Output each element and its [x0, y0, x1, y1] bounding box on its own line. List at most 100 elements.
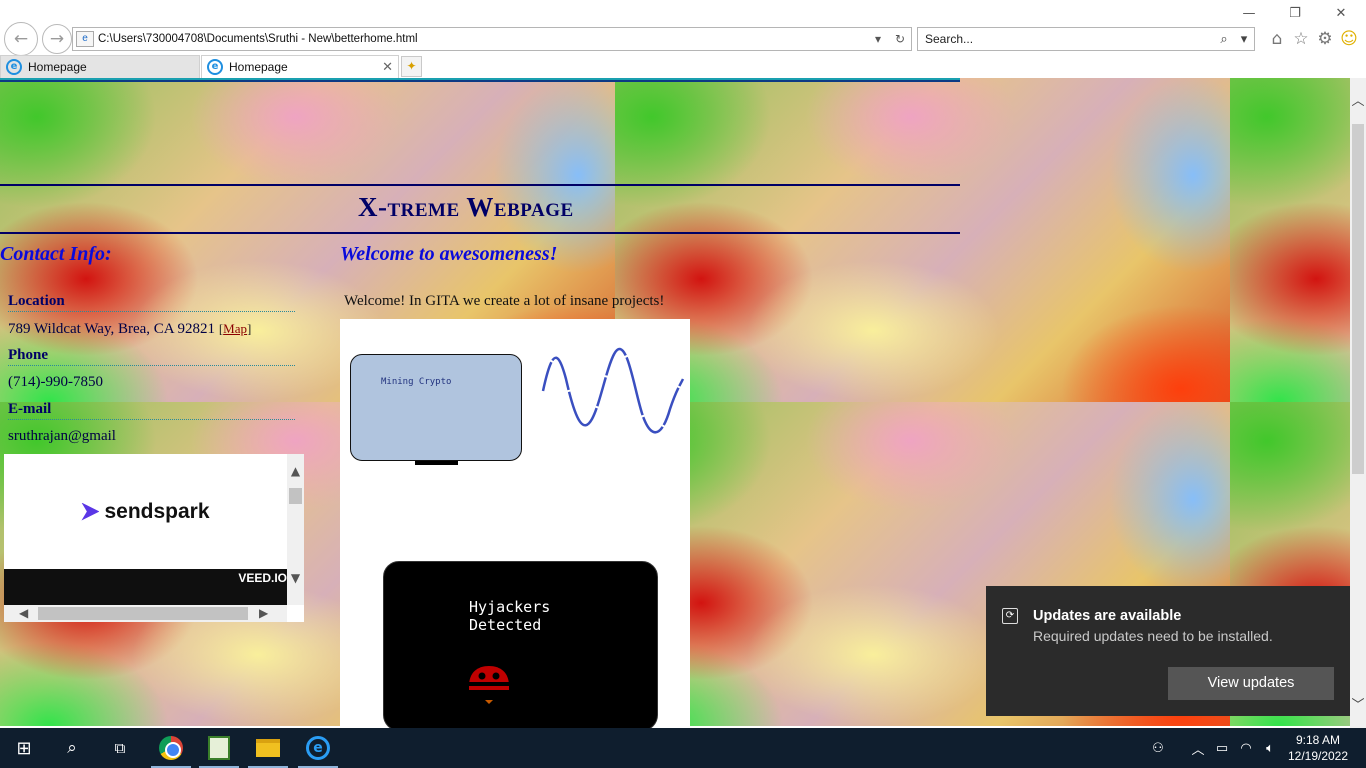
projects-canvas: Mining Crypto Hyjackers Detected	[340, 319, 690, 728]
start-button[interactable]: ⊞	[0, 728, 48, 768]
welcome-heading: Welcome to awesomeness!	[340, 243, 558, 265]
sine-wave-drawing	[541, 347, 685, 434]
sendspark-logo-icon	[81, 502, 100, 521]
embedded-video-frame[interactable]: sendspark VEED.IO ▲ ▼ ◀ ▶	[4, 454, 304, 622]
top-rule	[0, 78, 960, 82]
search-box[interactable]: Search... ⌕ ▾	[917, 27, 1255, 51]
page-vertical-scrollbar[interactable]: ︿ ﹀	[1350, 78, 1366, 728]
page-icon: e	[76, 31, 94, 47]
hyjackers-label: Hyjackers Detected	[469, 598, 550, 634]
hyjackers-line-2: Detected	[469, 616, 542, 634]
smiley-feedback-icon[interactable]: ☺	[1338, 28, 1360, 50]
folder-icon	[256, 739, 280, 757]
background-tile	[615, 78, 1230, 402]
tab-homepage-1[interactable]: e Homepage	[0, 55, 200, 78]
scroll-up-icon[interactable]: ︿	[1350, 90, 1366, 109]
new-tab-button[interactable]: ✦	[401, 56, 422, 77]
view-updates-button[interactable]: View updates	[1168, 667, 1334, 700]
update-icon: ⟳	[1002, 608, 1018, 624]
arrow-left-icon: ←	[13, 29, 29, 49]
tab-label: Homepage	[28, 60, 87, 74]
browser-chrome: — ❐ ✕ ← → e C:\Users\730004708\Documents…	[0, 0, 1366, 78]
clock[interactable]: 9:18 AM 12/19/2022	[1282, 732, 1354, 764]
taskbar: ⊞ ⌕ ⧉ e ⚇ ︿ ▭ ◠ 🔈︎ 9:18 AM 12/19/2022	[0, 728, 1366, 768]
arrow-right-icon: →	[49, 29, 65, 49]
address-dropdown-icon[interactable]: ▾	[867, 32, 889, 46]
windows-logo-icon: ⊞	[16, 737, 32, 759]
mining-crypto-monitor: Mining Crypto	[350, 354, 522, 461]
clock-time: 9:18 AM	[1295, 733, 1341, 747]
scroll-down-icon[interactable]: ﹀	[1350, 694, 1366, 713]
back-button[interactable]: ←	[4, 22, 38, 56]
tab-homepage-2[interactable]: e Homepage ✕	[201, 55, 399, 78]
video-vertical-scrollbar[interactable]: ▲ ▼	[287, 454, 304, 605]
search-icon[interactable]: ⌕	[1214, 32, 1234, 47]
system-tray: ⚇ ︿ ▭ ◠ 🔈︎ 9:18 AM 12/19/2022	[1146, 728, 1366, 768]
welcome-text: Welcome! In GITA we create a lot of insa…	[344, 293, 665, 309]
header-rule-top	[0, 184, 960, 186]
file-explorer-taskbar-app[interactable]	[244, 728, 292, 768]
address-url[interactable]: C:\Users\730004708\Documents\Sruthi - Ne…	[98, 33, 867, 45]
address-bar[interactable]: e C:\Users\730004708\Documents\Sruthi - …	[72, 27, 912, 51]
search-taskbar-button[interactable]: ⌕	[48, 728, 96, 768]
restore-icon[interactable]: ❐	[1272, 2, 1318, 26]
scroll-thumb[interactable]	[38, 607, 248, 620]
scroll-up-icon[interactable]: ▲	[287, 464, 304, 478]
map-link-wrapper: [Map]	[218, 321, 252, 336]
notification-subtitle: Required updates need to be installed.	[1033, 628, 1273, 644]
settings-gear-icon[interactable]: ⚙	[1314, 28, 1336, 50]
chrome-icon	[159, 736, 183, 760]
home-icon[interactable]: ⌂	[1266, 28, 1288, 50]
scroll-right-icon[interactable]: ▶	[259, 606, 268, 620]
contact-heading: Contact Info:	[0, 243, 112, 265]
hijacker-bug-icon	[469, 666, 509, 704]
refresh-icon[interactable]: ↻	[889, 32, 911, 46]
location-label: Location	[8, 293, 295, 312]
volume-icon[interactable]: 🔈︎	[1258, 741, 1282, 756]
forward-button[interactable]: →	[42, 24, 72, 54]
ie-icon: e	[207, 59, 223, 75]
people-icon[interactable]: ⚇	[1146, 741, 1170, 756]
notepad-taskbar-app[interactable]	[195, 728, 243, 768]
header-rule-bottom	[0, 232, 960, 234]
ie-icon: e	[306, 736, 330, 760]
location-address: 789 Wildcat Way, Brea, CA 92821	[8, 321, 216, 337]
scroll-left-icon[interactable]: ◀	[19, 606, 28, 620]
task-view-icon: ⧉	[114, 739, 126, 757]
video-bottom-bar: VEED.IO	[4, 569, 287, 605]
tab-label: Homepage	[229, 60, 288, 74]
scroll-down-icon[interactable]: ▼	[287, 571, 304, 585]
site-title: X-treme Webpage	[358, 192, 574, 222]
update-notification[interactable]: ⟳ Updates are available Required updates…	[986, 586, 1350, 716]
close-window-icon[interactable]: ✕	[1318, 2, 1364, 26]
email-label: E-mail	[8, 401, 295, 420]
tab-strip: e Homepage e Homepage ✕ ✦	[0, 55, 1366, 78]
video-horizontal-scrollbar[interactable]: ◀ ▶	[4, 605, 287, 622]
favorites-star-icon[interactable]: ☆	[1290, 28, 1312, 50]
close-tab-icon[interactable]: ✕	[382, 60, 393, 75]
search-input[interactable]: Search...	[925, 32, 1214, 46]
task-view-button[interactable]: ⧉	[96, 728, 144, 768]
video-area[interactable]: sendspark	[4, 454, 287, 569]
sendspark-logo: sendspark	[81, 500, 210, 524]
minimize-icon[interactable]: —	[1226, 2, 1272, 26]
ie-taskbar-app[interactable]: e	[294, 728, 342, 768]
chevron-up-icon[interactable]: ︿	[1186, 739, 1210, 758]
wifi-icon[interactable]: ◠	[1234, 741, 1258, 756]
chrome-taskbar-app[interactable]	[147, 728, 195, 768]
phone-value: (714)-990-7850	[8, 374, 103, 390]
notification-title: Updates are available	[1033, 608, 1182, 624]
map-link[interactable]: Map	[223, 321, 247, 336]
page-scroll-thumb[interactable]	[1352, 124, 1364, 474]
search-icon: ⌕	[67, 738, 77, 758]
battery-icon[interactable]: ▭	[1210, 741, 1234, 756]
hyjackers-line-1: Hyjackers	[469, 598, 551, 616]
new-tab-icon: ✦	[406, 59, 417, 73]
clock-date: 12/19/2022	[1287, 749, 1349, 763]
search-dropdown-icon[interactable]: ▾	[1234, 32, 1254, 47]
veed-watermark: VEED.IO	[238, 571, 287, 585]
scroll-thumb[interactable]	[289, 488, 302, 504]
background-tile	[1230, 78, 1350, 402]
mining-label: Mining Crypto	[381, 377, 452, 387]
ie-icon: e	[6, 59, 22, 75]
